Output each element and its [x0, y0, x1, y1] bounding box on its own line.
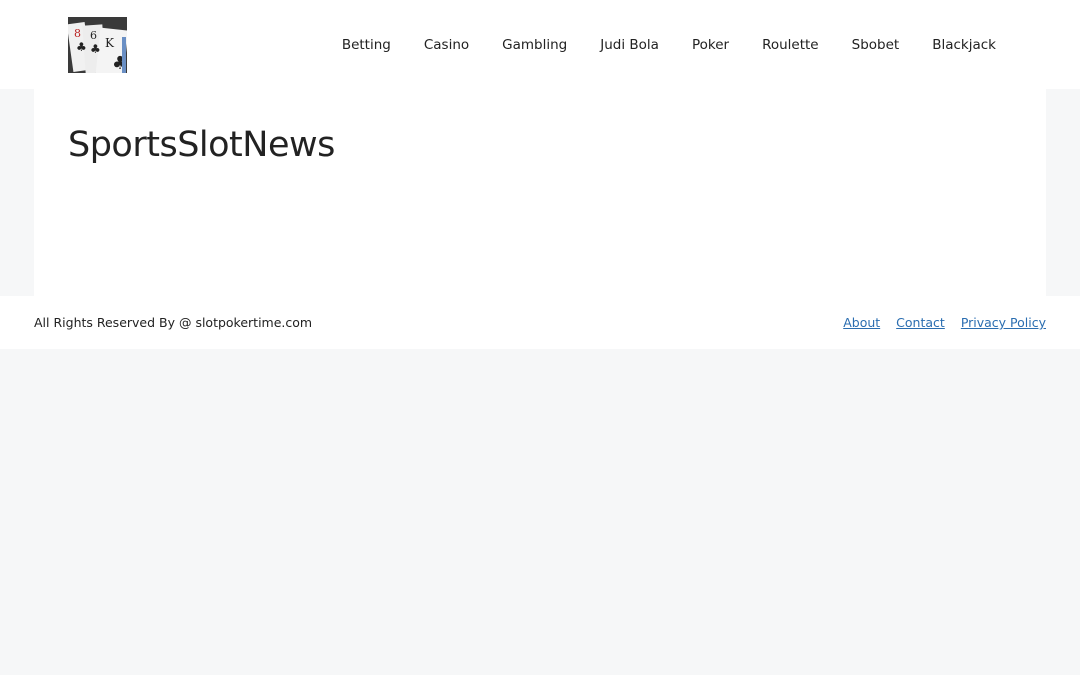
svg-text:K: K	[105, 36, 115, 50]
site-logo[interactable]: 8 6 K ♣ ♣ ♣	[68, 17, 127, 73]
main-content: SportsSlotNews	[34, 89, 1046, 296]
nav-item-casino[interactable]: Casino	[424, 37, 469, 53]
site-header: 8 6 K ♣ ♣ ♣ Betting Casino Gambling Judi…	[0, 0, 1080, 89]
footer-link-about[interactable]: About	[843, 315, 880, 330]
svg-text:♣: ♣	[90, 42, 101, 56]
nav-item-sbobet[interactable]: Sbobet	[852, 37, 900, 53]
copyright-text: All Rights Reserved By @ slotpokertime.c…	[34, 315, 313, 330]
nav-item-blackjack[interactable]: Blackjack	[932, 37, 996, 53]
footer-links: About Contact Privacy Policy	[843, 296, 1046, 349]
footer-link-contact[interactable]: Contact	[896, 315, 945, 330]
footer-link-privacy-policy[interactable]: Privacy Policy	[961, 315, 1046, 330]
svg-text:8: 8	[74, 27, 81, 40]
svg-text:6: 6	[90, 29, 97, 42]
nav-item-gambling[interactable]: Gambling	[502, 37, 567, 53]
nav-item-poker[interactable]: Poker	[692, 37, 729, 53]
site-footer: All Rights Reserved By @ slotpokertime.c…	[0, 296, 1080, 349]
playing-cards-logo: 8 6 K ♣ ♣ ♣	[68, 17, 127, 73]
main-nav: Betting Casino Gambling Judi Bola Poker …	[342, 0, 996, 89]
nav-item-judi-bola[interactable]: Judi Bola	[600, 37, 659, 53]
nav-item-roulette[interactable]: Roulette	[762, 37, 819, 53]
page-title: SportsSlotNews	[68, 125, 335, 165]
svg-text:♣: ♣	[76, 40, 87, 54]
nav-item-betting[interactable]: Betting	[342, 37, 391, 53]
